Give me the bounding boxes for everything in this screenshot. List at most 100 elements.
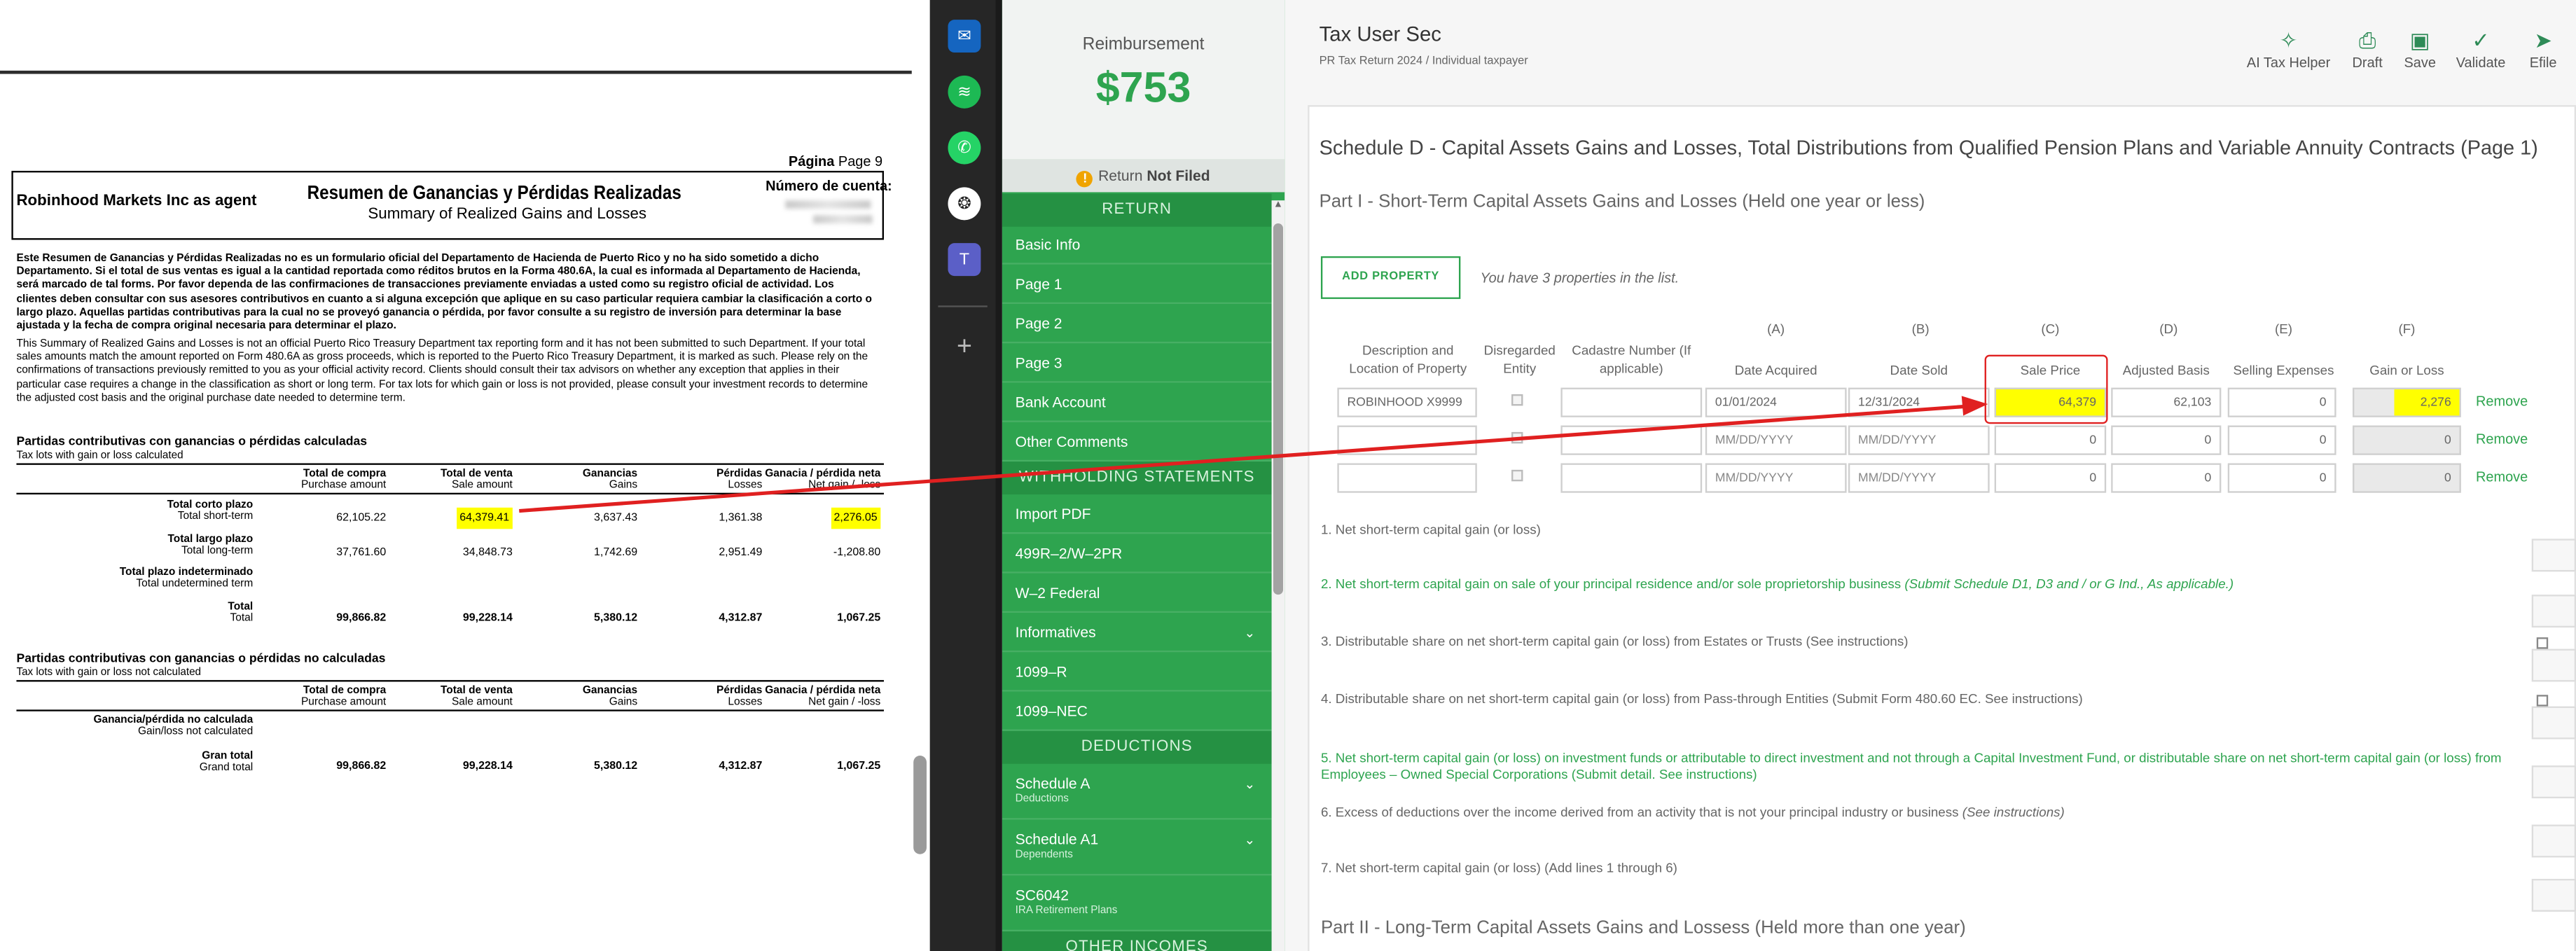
sale-price-input[interactable]: 0 — [1994, 425, 2107, 455]
add-property-button[interactable]: ADD PROPERTY — [1320, 256, 1461, 299]
adjusted-basis-input[interactable]: 0 — [2111, 463, 2222, 493]
chatgpt-icon[interactable]: ❂ — [948, 187, 981, 221]
pdf-scrollbar[interactable] — [913, 756, 927, 854]
row-label-en: Total undetermined term — [136, 578, 254, 591]
nav-page-1[interactable]: Page 1 — [1002, 266, 1272, 304]
disregarded-checkbox[interactable] — [1511, 469, 1523, 482]
nav-1099r[interactable]: 1099–R — [1002, 654, 1272, 692]
schedule-line-4: 4. Distributable share on net short-term… — [1321, 692, 2512, 708]
line-checkbox[interactable] — [2536, 637, 2549, 649]
spotify-icon[interactable]: ≋ — [948, 75, 981, 109]
nav-basic-info[interactable]: Basic Info — [1002, 227, 1272, 265]
teams-icon[interactable]: T — [948, 243, 981, 277]
nav-page-2[interactable]: Page 2 — [1002, 305, 1272, 344]
nav-page-3[interactable]: Page 3 — [1002, 345, 1272, 383]
cadastre-input[interactable] — [1560, 425, 1703, 455]
row-label-en: Grand total — [199, 763, 254, 775]
remove-link[interactable]: Remove — [2476, 393, 2528, 409]
cadastre-input[interactable] — [1560, 387, 1703, 417]
date-acquired-input[interactable]: 01/01/2024 — [1705, 387, 1847, 417]
scroll-up-icon[interactable]: ▲ — [1272, 200, 1285, 216]
nav-w2-federal[interactable]: W–2 Federal — [1002, 575, 1272, 613]
selling-expenses-input[interactable]: 0 — [2227, 425, 2336, 455]
column-header-es: Total de venta — [440, 685, 513, 697]
page-value: Page 9 — [838, 153, 883, 169]
adjusted-basis-input[interactable]: 0 — [2111, 425, 2222, 455]
table-cell: 3,637.43 — [594, 512, 638, 525]
nav-sc6042[interactable]: SC6042 IRA Retirement Plans — [1002, 877, 1272, 932]
selling-expenses-input[interactable]: 0 — [2227, 463, 2336, 493]
description-input[interactable] — [1337, 425, 1477, 455]
date-acquired-input[interactable]: MM/DD/YYYY — [1705, 463, 1847, 493]
disregarded-checkbox[interactable] — [1511, 394, 1523, 406]
ai-tax-helper-button[interactable]: ✧ AI Tax Helper — [2241, 28, 2336, 77]
line-amount-field[interactable] — [2531, 765, 2576, 799]
nav-schedule-a1[interactable]: Schedule A1 ⌄ Dependents — [1002, 821, 1272, 876]
tool-label: AI Tax Helper — [2246, 54, 2331, 71]
part1-title: Part I - Short-Term Capital Assets Gains… — [1319, 192, 1925, 212]
nav-scrollbar-thumb[interactable] — [1273, 223, 1283, 595]
whatsapp-icon[interactable]: ✆ — [948, 131, 981, 165]
column-header: Total de venta Sale amount — [381, 468, 513, 492]
column-header-es: Ganacia / pérdida neta — [765, 685, 881, 697]
column-header-en: Sale amount — [451, 479, 513, 492]
row-label-es: Gran total — [202, 750, 254, 763]
section-title: Partidas contributivas con ganancias o p… — [16, 433, 368, 449]
nav-import-pdf[interactable]: Import PDF — [1002, 496, 1272, 534]
description-input[interactable]: ROBINHOOD X9999 — [1337, 387, 1477, 417]
gain-loss-value: 2,276 — [2420, 394, 2451, 410]
cadastre-input[interactable] — [1560, 463, 1703, 493]
line-amount-field[interactable] — [2531, 595, 2576, 628]
nav-informatives[interactable]: Informatives ⌄ — [1002, 614, 1272, 653]
column-header-es: Total de venta — [440, 468, 513, 480]
selling-expenses-input[interactable]: 0 — [2227, 387, 2336, 417]
validate-button[interactable]: ✓ Validate — [2449, 28, 2512, 77]
gain-loss-output: 0 — [2353, 463, 2461, 493]
description-input[interactable] — [1337, 463, 1477, 493]
col-date-acquired: Date Acquired — [1734, 363, 1817, 378]
remove-link[interactable]: Remove — [2476, 431, 2528, 447]
sale-price-input[interactable]: 0 — [1994, 463, 2107, 493]
draft-button[interactable]: ⎙ Draft — [2344, 28, 2390, 77]
nav-section-other-incomes: OTHER INCOMES — [1002, 931, 1272, 951]
remove-link[interactable]: Remove — [2476, 468, 2528, 485]
chevron-down-icon: ⌄ — [1244, 625, 1256, 641]
add-app-icon[interactable]: + — [948, 332, 981, 365]
disregarded-checkbox[interactable] — [1511, 431, 1523, 444]
line-amount-field[interactable] — [2531, 648, 2576, 682]
column-header-es: Pérdidas — [716, 685, 763, 697]
nav-schedule-a[interactable]: Schedule A ⌄ Deductions — [1002, 765, 1272, 820]
row-label-en: Gain/loss not calculated — [138, 726, 254, 739]
divider — [16, 709, 884, 711]
column-header: Total de venta Sale amount — [381, 685, 513, 708]
schedule-line-7: 7. Net short-term capital gain (or loss)… — [1321, 861, 2512, 877]
adjusted-basis-input[interactable]: 62,103 — [2111, 387, 2222, 417]
line-amount-field[interactable] — [2531, 706, 2576, 740]
efile-button[interactable]: ➤ Efile — [2520, 28, 2566, 77]
col-letter: (C) — [2041, 321, 2060, 337]
line-amount-field[interactable] — [2531, 824, 2576, 858]
date-acquired-input[interactable]: MM/DD/YYYY — [1705, 425, 1847, 455]
date-sold-input[interactable]: MM/DD/YYYY — [1848, 463, 1990, 493]
reimbursement-panel: Reimbursement $753 — [1002, 0, 1285, 160]
line-note: (Submit Schedule D1, D3 and / or G Ind.,… — [1904, 576, 2234, 592]
nav-499r[interactable]: 499R–2/W–2PR — [1002, 536, 1272, 574]
save-button[interactable]: ▣ Save — [2397, 28, 2443, 77]
line-checkbox[interactable] — [2536, 695, 2549, 707]
line-text: 2. Net short-term capital gain on sale o… — [1320, 576, 1905, 592]
outlook-icon[interactable]: ✉ — [948, 20, 981, 53]
line-amount-field[interactable] — [2531, 878, 2576, 912]
reimbursement-label: Reimbursement — [1082, 34, 1205, 55]
line-text: 7. Net short-term capital gain (or loss)… — [1320, 861, 1677, 876]
date-sold-input[interactable]: MM/DD/YYYY — [1848, 425, 1990, 455]
nav-1099nec[interactable]: 1099–NEC — [1002, 693, 1272, 731]
col-letter: (A) — [1767, 321, 1785, 337]
nav-schedule-a-sub: Deductions — [1015, 793, 1069, 805]
nav-schedule-a1-label: Schedule A1 — [1015, 831, 1099, 848]
nav-other-comments[interactable]: Other Comments — [1002, 424, 1272, 462]
nav-bank-account[interactable]: Bank Account — [1002, 384, 1272, 422]
line-amount-field[interactable] — [2531, 539, 2576, 572]
date-sold-input[interactable]: 12/31/2024 — [1848, 387, 1990, 417]
table-cell: 64,379.41 — [398, 507, 513, 529]
chevron-down-icon: ⌄ — [1244, 833, 1256, 848]
